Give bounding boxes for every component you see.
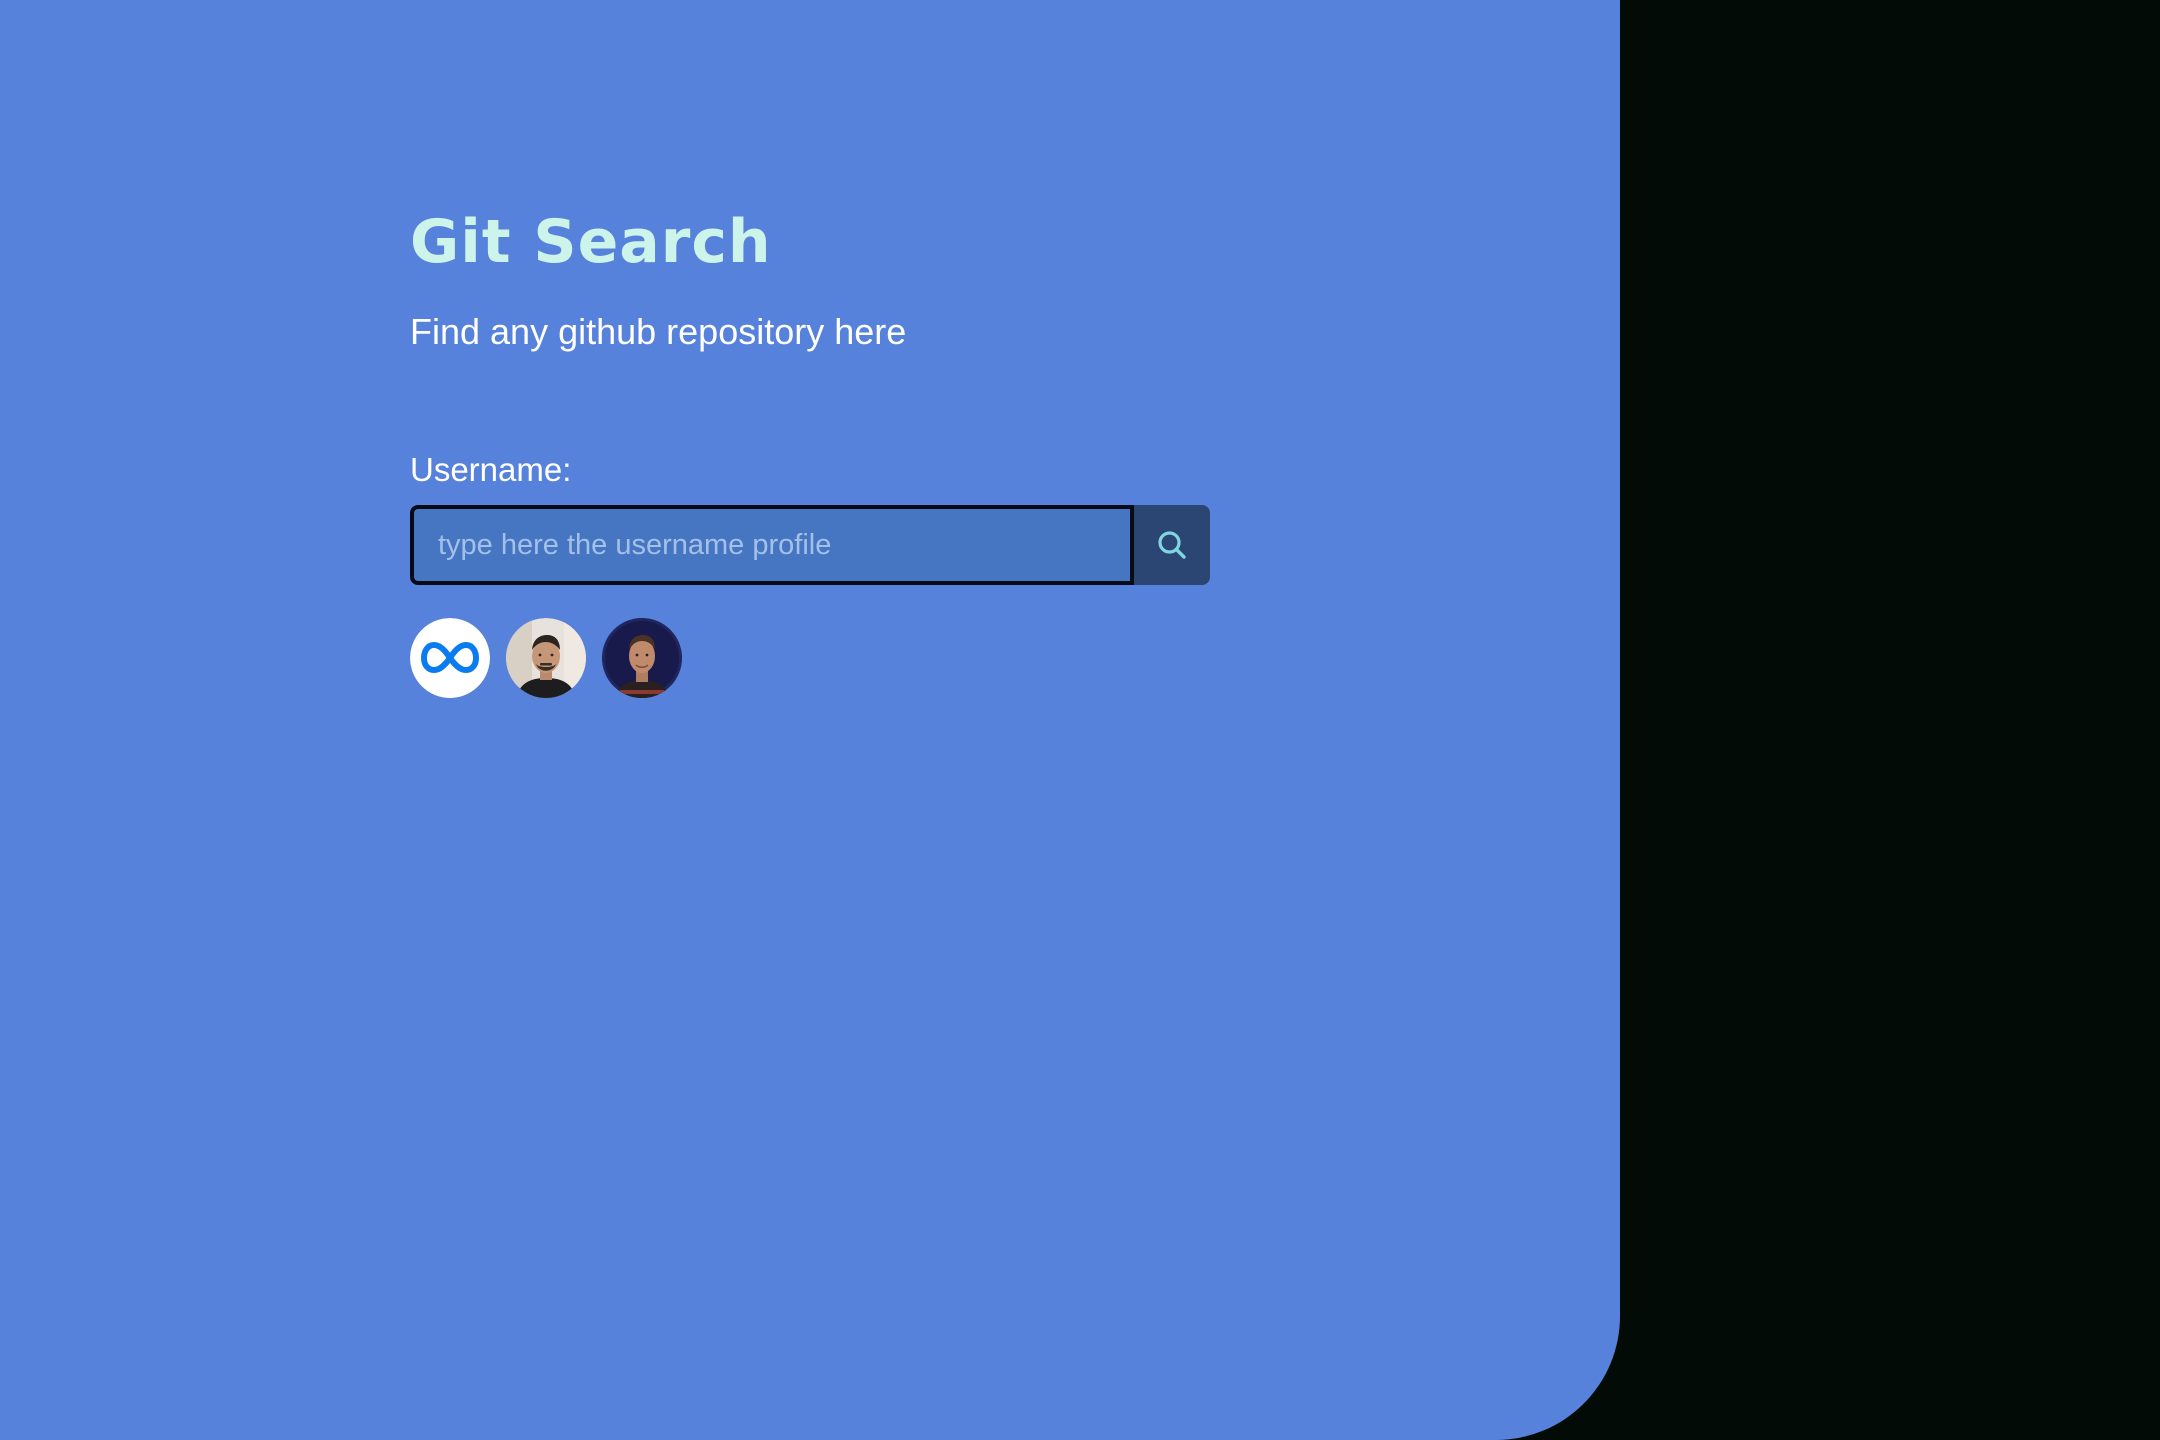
profile-avatar-user-2[interactable] bbox=[602, 618, 682, 698]
page-title: Git Search bbox=[410, 207, 772, 277]
search-icon bbox=[1158, 531, 1186, 559]
main-panel: Git Search Find any github repository he… bbox=[0, 0, 1620, 1440]
profile-avatar-user-1[interactable] bbox=[506, 618, 586, 698]
profile-avatar-meta[interactable] bbox=[410, 618, 490, 698]
search-button[interactable] bbox=[1134, 505, 1210, 585]
search-form bbox=[410, 505, 1210, 585]
recent-profiles bbox=[410, 618, 682, 698]
meta-logo-icon bbox=[410, 618, 490, 698]
user-photo-1 bbox=[506, 618, 586, 698]
username-label: Username: bbox=[410, 451, 572, 488]
user-photo-2 bbox=[602, 618, 682, 698]
username-input[interactable] bbox=[410, 505, 1134, 585]
page-subtitle: Find any github repository here bbox=[410, 311, 907, 352]
